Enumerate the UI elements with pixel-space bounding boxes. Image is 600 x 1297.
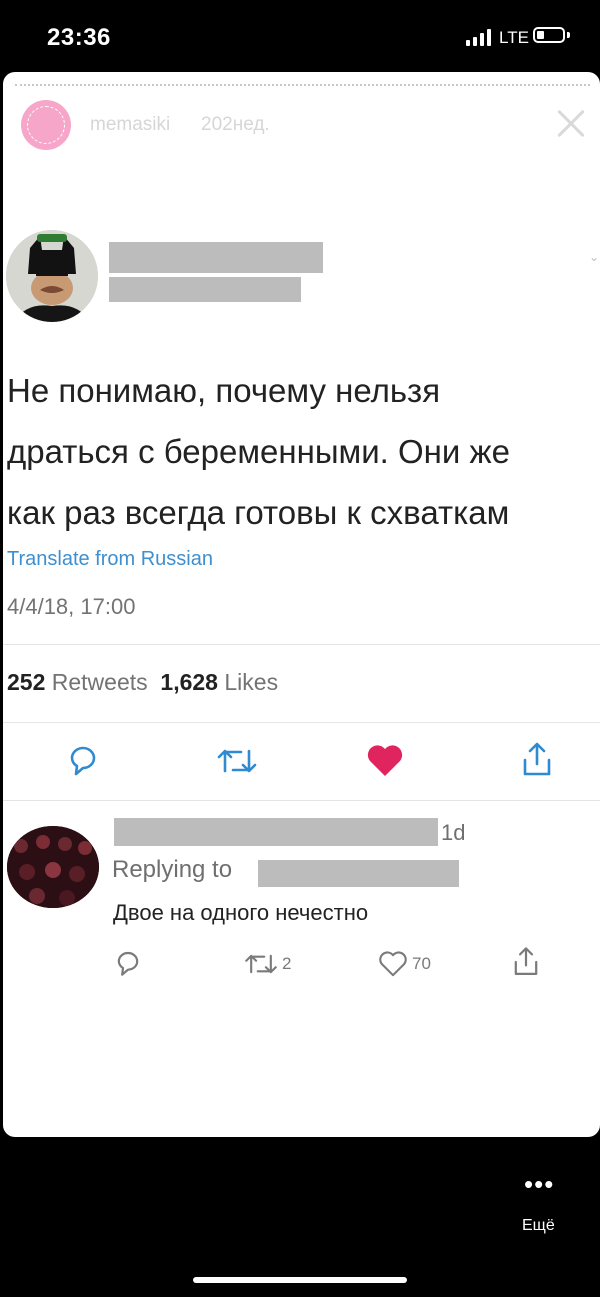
reply-time-ago: 1d <box>441 820 466 845</box>
home-indicator[interactable] <box>193 1277 407 1283</box>
tweet-date: 4/4/18, 17:00 <box>7 594 136 619</box>
chevron-down-icon: ⌄ <box>589 250 600 264</box>
reply-icon <box>117 951 139 976</box>
share-icon[interactable] <box>517 740 557 785</box>
likes-count[interactable]: 1,628 <box>160 669 218 695</box>
status-bar: 23:36 LTE <box>0 0 600 72</box>
reply-like-button[interactable]: 70 <box>377 949 431 979</box>
story-username[interactable]: memasiki <box>90 114 170 136</box>
reply-avatar[interactable] <box>7 826 99 908</box>
reply-reply-button[interactable] <box>113 948 143 978</box>
more-label[interactable]: Ещё <box>522 1217 555 1235</box>
more-icon[interactable]: ••• <box>524 1171 554 1197</box>
reply-retweet-button[interactable]: 2 <box>243 950 291 978</box>
translate-link[interactable]: Translate from Russian <box>7 548 213 571</box>
tweet-text-line: как раз всегда готовы к схваткам <box>7 494 510 531</box>
tweet-stats: 252 Retweets 1,628 Likes <box>7 669 278 696</box>
battery-tip <box>567 32 570 38</box>
retweets-count[interactable]: 252 <box>7 669 45 695</box>
retweet-icon[interactable] <box>215 744 259 783</box>
likes-label[interactable]: Likes <box>224 669 278 695</box>
tweet-text-line: драться с беременными. Они же <box>7 433 510 470</box>
signal-icon <box>466 28 492 46</box>
author-handle-redacted <box>109 277 301 302</box>
story-progress-bar <box>15 84 590 86</box>
close-icon[interactable] <box>551 104 591 144</box>
replying-to-label: Replying to <box>112 856 233 883</box>
retweet-icon <box>245 954 277 974</box>
story-time-ago: 202нед. <box>201 114 270 135</box>
retweets-label[interactable]: Retweets <box>52 669 148 695</box>
like-icon[interactable] <box>365 742 405 783</box>
divider <box>3 800 600 801</box>
status-time: 23:36 <box>47 24 111 51</box>
reply-text: Двое на одного нечестно <box>113 900 369 925</box>
divider <box>3 722 600 723</box>
batman-avatar-icon[interactable] <box>6 230 98 322</box>
reply-author-redacted <box>114 818 438 846</box>
story-card[interactable]: memasiki 202нед. ⌄ Не понимаю, почему не… <box>3 72 600 1137</box>
network-type: LTE <box>499 28 529 47</box>
tweet-text-line: Не понимаю, почему нельзя <box>7 372 441 409</box>
divider <box>3 644 600 645</box>
like-icon <box>379 951 407 977</box>
battery-icon <box>533 27 565 43</box>
replying-to-handle-redacted <box>258 860 459 887</box>
tweet-text: Не понимаю, почему нельзя драться с бере… <box>7 360 592 543</box>
reply-like-count: 70 <box>412 954 431 973</box>
reply-share-button[interactable] <box>509 945 543 979</box>
reply-retweet-count: 2 <box>282 954 292 973</box>
share-icon <box>514 947 538 976</box>
author-name-redacted <box>109 242 323 273</box>
profile-avatar-icon[interactable] <box>21 100 71 150</box>
reply-icon[interactable] <box>65 742 101 783</box>
